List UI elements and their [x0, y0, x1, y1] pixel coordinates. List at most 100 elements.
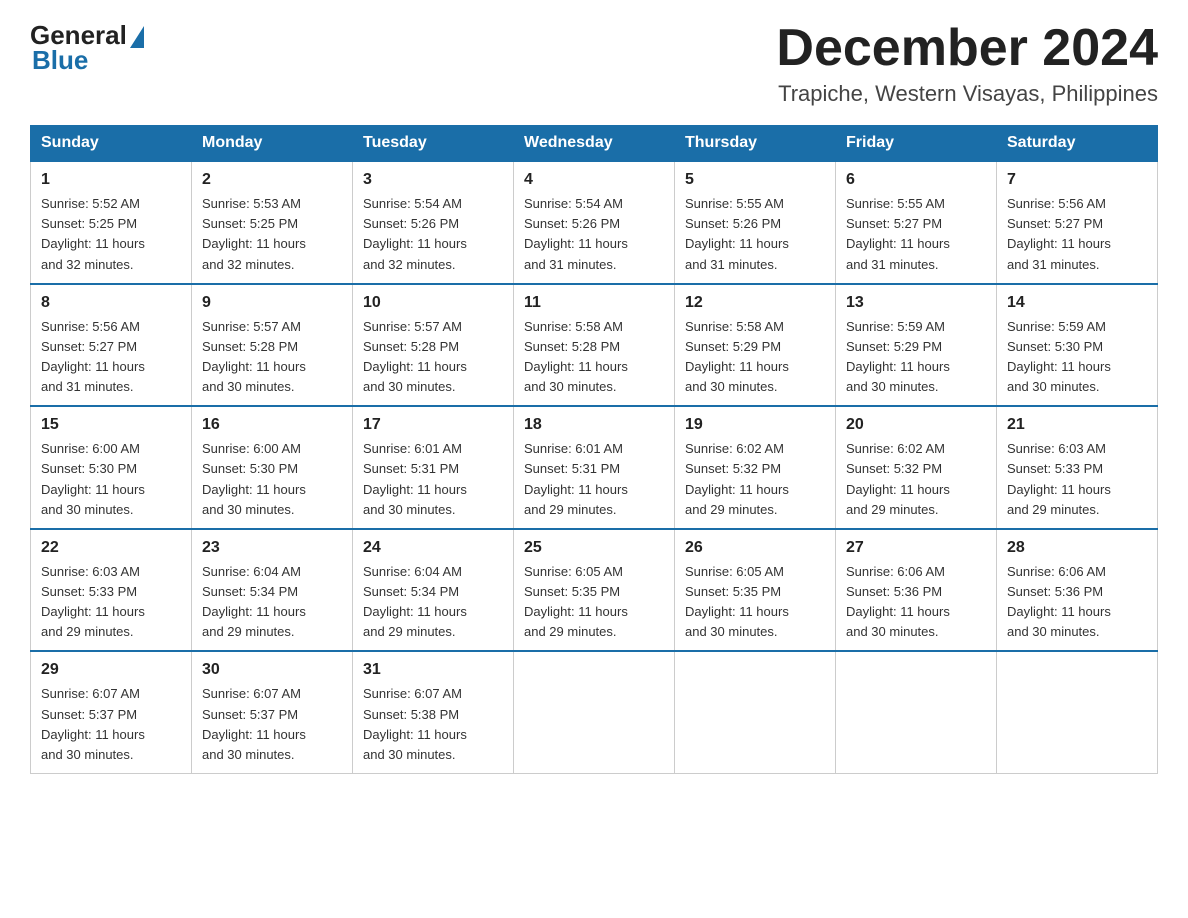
- day-number: 9: [202, 291, 342, 315]
- col-header-tuesday: Tuesday: [353, 126, 514, 162]
- day-number: 29: [41, 658, 181, 682]
- day-number: 25: [524, 536, 664, 560]
- day-number: 10: [363, 291, 503, 315]
- day-number: 8: [41, 291, 181, 315]
- day-info: Sunrise: 6:02 AMSunset: 5:32 PMDaylight:…: [846, 439, 986, 520]
- calendar-cell: 9Sunrise: 5:57 AMSunset: 5:28 PMDaylight…: [192, 284, 353, 407]
- logo: General Blue: [30, 20, 144, 73]
- day-info: Sunrise: 6:07 AMSunset: 5:38 PMDaylight:…: [363, 684, 503, 765]
- col-header-friday: Friday: [836, 126, 997, 162]
- day-number: 26: [685, 536, 825, 560]
- calendar-cell: 11Sunrise: 5:58 AMSunset: 5:28 PMDayligh…: [514, 284, 675, 407]
- calendar-cell: 5Sunrise: 5:55 AMSunset: 5:26 PMDaylight…: [675, 161, 836, 284]
- col-header-monday: Monday: [192, 126, 353, 162]
- calendar-cell: 10Sunrise: 5:57 AMSunset: 5:28 PMDayligh…: [353, 284, 514, 407]
- day-number: 16: [202, 413, 342, 437]
- calendar-cell: 4Sunrise: 5:54 AMSunset: 5:26 PMDaylight…: [514, 161, 675, 284]
- calendar-cell: 28Sunrise: 6:06 AMSunset: 5:36 PMDayligh…: [997, 529, 1158, 652]
- day-info: Sunrise: 5:55 AMSunset: 5:27 PMDaylight:…: [846, 194, 986, 275]
- day-info: Sunrise: 5:58 AMSunset: 5:28 PMDaylight:…: [524, 317, 664, 398]
- day-number: 24: [363, 536, 503, 560]
- day-number: 23: [202, 536, 342, 560]
- day-info: Sunrise: 5:56 AMSunset: 5:27 PMDaylight:…: [1007, 194, 1147, 275]
- calendar-cell: [836, 651, 997, 773]
- day-info: Sunrise: 5:54 AMSunset: 5:26 PMDaylight:…: [363, 194, 503, 275]
- day-info: Sunrise: 5:59 AMSunset: 5:29 PMDaylight:…: [846, 317, 986, 398]
- logo-blue-text: Blue: [32, 47, 88, 73]
- calendar-cell: 24Sunrise: 6:04 AMSunset: 5:34 PMDayligh…: [353, 529, 514, 652]
- day-number: 14: [1007, 291, 1147, 315]
- day-number: 13: [846, 291, 986, 315]
- day-number: 31: [363, 658, 503, 682]
- calendar-header-row: SundayMondayTuesdayWednesdayThursdayFrid…: [31, 126, 1158, 162]
- month-title: December 2024: [776, 20, 1158, 77]
- calendar-cell: 25Sunrise: 6:05 AMSunset: 5:35 PMDayligh…: [514, 529, 675, 652]
- day-number: 1: [41, 168, 181, 192]
- title-block: December 2024 Trapiche, Western Visayas,…: [776, 20, 1158, 107]
- day-number: 11: [524, 291, 664, 315]
- calendar-cell: 6Sunrise: 5:55 AMSunset: 5:27 PMDaylight…: [836, 161, 997, 284]
- day-number: 22: [41, 536, 181, 560]
- calendar-cell: 3Sunrise: 5:54 AMSunset: 5:26 PMDaylight…: [353, 161, 514, 284]
- calendar-week-row: 1Sunrise: 5:52 AMSunset: 5:25 PMDaylight…: [31, 161, 1158, 284]
- calendar-cell: 18Sunrise: 6:01 AMSunset: 5:31 PMDayligh…: [514, 406, 675, 529]
- col-header-sunday: Sunday: [31, 126, 192, 162]
- day-number: 30: [202, 658, 342, 682]
- calendar-cell: 27Sunrise: 6:06 AMSunset: 5:36 PMDayligh…: [836, 529, 997, 652]
- col-header-thursday: Thursday: [675, 126, 836, 162]
- calendar-cell: 19Sunrise: 6:02 AMSunset: 5:32 PMDayligh…: [675, 406, 836, 529]
- day-info: Sunrise: 6:04 AMSunset: 5:34 PMDaylight:…: [202, 562, 342, 643]
- calendar-cell: 29Sunrise: 6:07 AMSunset: 5:37 PMDayligh…: [31, 651, 192, 773]
- day-number: 2: [202, 168, 342, 192]
- calendar-table: SundayMondayTuesdayWednesdayThursdayFrid…: [30, 125, 1158, 774]
- day-number: 20: [846, 413, 986, 437]
- calendar-cell: 1Sunrise: 5:52 AMSunset: 5:25 PMDaylight…: [31, 161, 192, 284]
- calendar-cell: [514, 651, 675, 773]
- day-info: Sunrise: 5:57 AMSunset: 5:28 PMDaylight:…: [202, 317, 342, 398]
- calendar-cell: 22Sunrise: 6:03 AMSunset: 5:33 PMDayligh…: [31, 529, 192, 652]
- calendar-week-row: 22Sunrise: 6:03 AMSunset: 5:33 PMDayligh…: [31, 529, 1158, 652]
- calendar-cell: 30Sunrise: 6:07 AMSunset: 5:37 PMDayligh…: [192, 651, 353, 773]
- day-number: 19: [685, 413, 825, 437]
- day-number: 7: [1007, 168, 1147, 192]
- day-info: Sunrise: 5:52 AMSunset: 5:25 PMDaylight:…: [41, 194, 181, 275]
- day-info: Sunrise: 6:07 AMSunset: 5:37 PMDaylight:…: [41, 684, 181, 765]
- calendar-cell: 21Sunrise: 6:03 AMSunset: 5:33 PMDayligh…: [997, 406, 1158, 529]
- day-info: Sunrise: 6:00 AMSunset: 5:30 PMDaylight:…: [41, 439, 181, 520]
- day-number: 28: [1007, 536, 1147, 560]
- day-number: 27: [846, 536, 986, 560]
- day-info: Sunrise: 6:03 AMSunset: 5:33 PMDaylight:…: [1007, 439, 1147, 520]
- day-info: Sunrise: 6:05 AMSunset: 5:35 PMDaylight:…: [524, 562, 664, 643]
- calendar-cell: 31Sunrise: 6:07 AMSunset: 5:38 PMDayligh…: [353, 651, 514, 773]
- day-number: 12: [685, 291, 825, 315]
- calendar-cell: 14Sunrise: 5:59 AMSunset: 5:30 PMDayligh…: [997, 284, 1158, 407]
- calendar-week-row: 15Sunrise: 6:00 AMSunset: 5:30 PMDayligh…: [31, 406, 1158, 529]
- day-number: 21: [1007, 413, 1147, 437]
- day-info: Sunrise: 6:06 AMSunset: 5:36 PMDaylight:…: [1007, 562, 1147, 643]
- day-info: Sunrise: 5:55 AMSunset: 5:26 PMDaylight:…: [685, 194, 825, 275]
- day-info: Sunrise: 6:03 AMSunset: 5:33 PMDaylight:…: [41, 562, 181, 643]
- day-number: 17: [363, 413, 503, 437]
- calendar-cell: 23Sunrise: 6:04 AMSunset: 5:34 PMDayligh…: [192, 529, 353, 652]
- calendar-cell: 12Sunrise: 5:58 AMSunset: 5:29 PMDayligh…: [675, 284, 836, 407]
- day-info: Sunrise: 5:57 AMSunset: 5:28 PMDaylight:…: [363, 317, 503, 398]
- calendar-cell: 17Sunrise: 6:01 AMSunset: 5:31 PMDayligh…: [353, 406, 514, 529]
- col-header-wednesday: Wednesday: [514, 126, 675, 162]
- calendar-cell: 16Sunrise: 6:00 AMSunset: 5:30 PMDayligh…: [192, 406, 353, 529]
- calendar-cell: 13Sunrise: 5:59 AMSunset: 5:29 PMDayligh…: [836, 284, 997, 407]
- day-info: Sunrise: 6:04 AMSunset: 5:34 PMDaylight:…: [363, 562, 503, 643]
- calendar-cell: 26Sunrise: 6:05 AMSunset: 5:35 PMDayligh…: [675, 529, 836, 652]
- day-info: Sunrise: 5:54 AMSunset: 5:26 PMDaylight:…: [524, 194, 664, 275]
- day-info: Sunrise: 6:00 AMSunset: 5:30 PMDaylight:…: [202, 439, 342, 520]
- day-info: Sunrise: 6:07 AMSunset: 5:37 PMDaylight:…: [202, 684, 342, 765]
- day-info: Sunrise: 6:02 AMSunset: 5:32 PMDaylight:…: [685, 439, 825, 520]
- logo-triangle-icon: [130, 26, 144, 48]
- day-info: Sunrise: 5:59 AMSunset: 5:30 PMDaylight:…: [1007, 317, 1147, 398]
- calendar-cell: 7Sunrise: 5:56 AMSunset: 5:27 PMDaylight…: [997, 161, 1158, 284]
- day-number: 3: [363, 168, 503, 192]
- day-number: 5: [685, 168, 825, 192]
- location-subtitle: Trapiche, Western Visayas, Philippines: [776, 81, 1158, 107]
- day-number: 6: [846, 168, 986, 192]
- calendar-cell: 8Sunrise: 5:56 AMSunset: 5:27 PMDaylight…: [31, 284, 192, 407]
- day-info: Sunrise: 6:01 AMSunset: 5:31 PMDaylight:…: [524, 439, 664, 520]
